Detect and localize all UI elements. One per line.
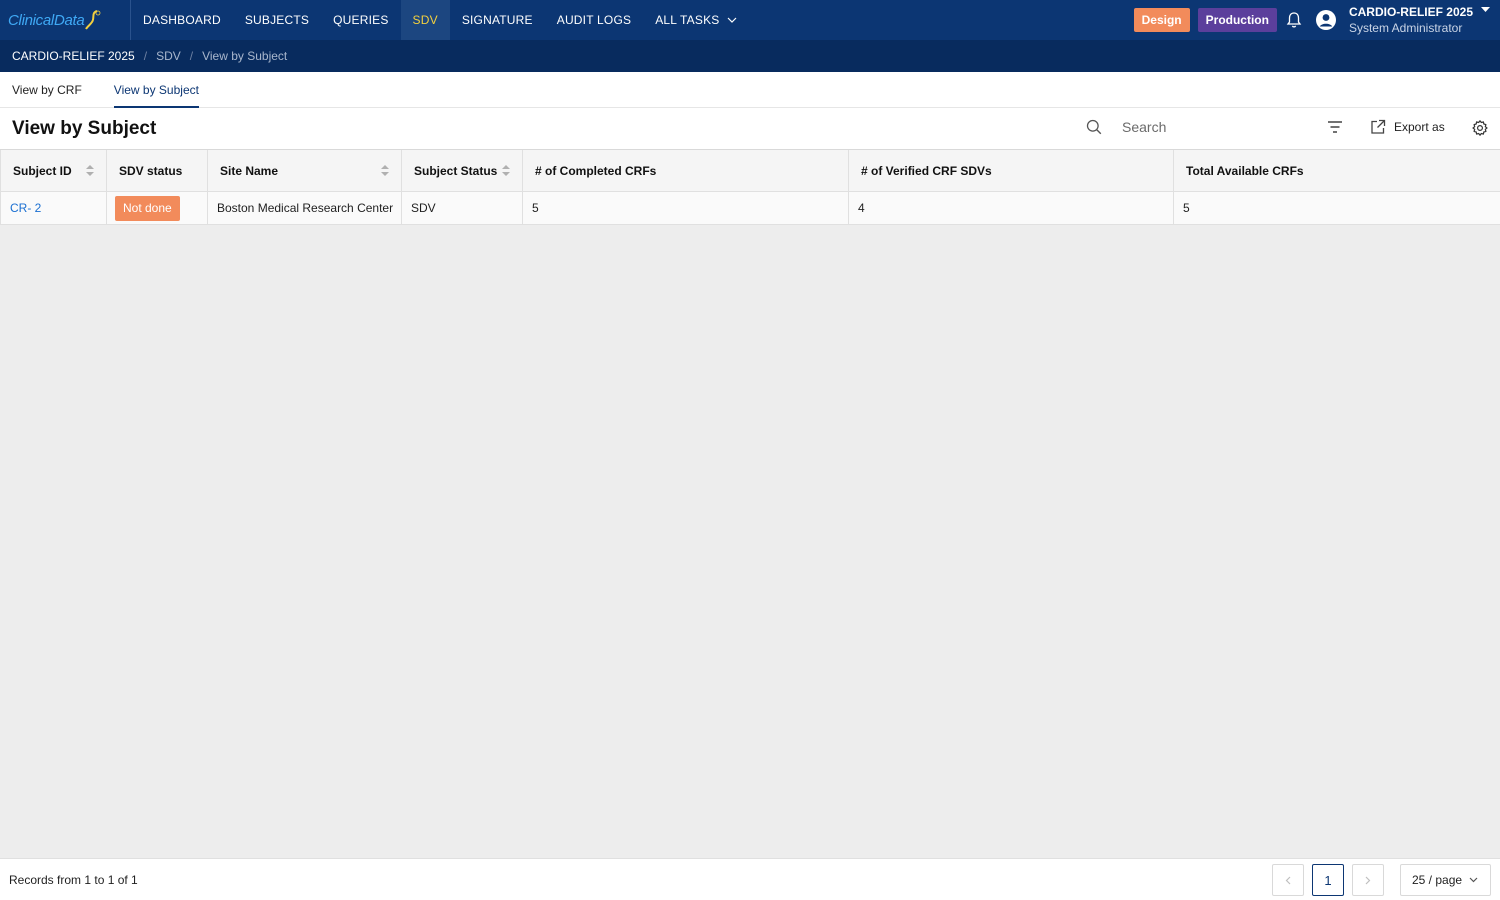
cell-completed-crfs: 5 [523, 192, 849, 224]
column-header-sdv-status: SDV status [107, 150, 208, 191]
page-size-select[interactable]: 25 / page [1400, 864, 1491, 896]
prev-page-button[interactable] [1272, 864, 1304, 896]
column-label: Site Name [220, 163, 279, 178]
breadcrumb-study[interactable]: CARDIO-RELIEF 2025 [12, 49, 135, 63]
breadcrumb-current: View by Subject [202, 49, 288, 63]
column-label: SDV status [119, 163, 183, 178]
next-page-button[interactable] [1352, 864, 1384, 896]
search-box [1086, 119, 1302, 135]
nav-all-tasks[interactable]: ALL TASKS [643, 0, 749, 40]
column-label: Total Available CRFs [1186, 163, 1304, 178]
breadcrumb-separator: / [143, 49, 148, 63]
nav-queries[interactable]: QUERIES [321, 0, 400, 40]
column-header-total-crfs: Total Available CRFs [1174, 150, 1500, 191]
breadcrumb-sdv[interactable]: SDV [156, 49, 181, 63]
nav-all-tasks-label: ALL TASKS [655, 13, 720, 27]
column-label: Subject Status [414, 163, 498, 178]
user-avatar-icon[interactable] [1315, 9, 1337, 31]
sort-icon[interactable] [502, 165, 510, 176]
cell-subject-status: SDV [402, 192, 523, 224]
logo-swoosh-icon [85, 10, 101, 30]
bell-icon[interactable] [1285, 11, 1303, 29]
study-name: CARDIO-RELIEF 2025 [1348, 5, 1473, 19]
nav-signature-label: SIGNATURE [461, 13, 533, 27]
column-header-subject-id[interactable]: Subject ID [0, 150, 107, 191]
page-size-value: 25 / page [1412, 873, 1463, 887]
chevron-right-icon [1365, 876, 1371, 884]
nav-signature[interactable]: SIGNATURE [450, 0, 545, 40]
sort-icon[interactable] [86, 165, 94, 176]
search-input[interactable] [1122, 119, 1302, 135]
column-header-verified-sdvs: # of Verified CRF SDVs [849, 150, 1174, 191]
export-button[interactable]: Export as [1370, 119, 1445, 135]
table-footer: Records from 1 to 1 of 1 1 25 / page [0, 858, 1500, 900]
nav-subjects[interactable]: SUBJECTS [233, 0, 321, 40]
top-navbar: ClinicalData DASHBOARD SUBJECTS QUERIES … [0, 0, 1500, 40]
column-label: # of Completed CRFs [535, 163, 657, 178]
column-label: # of Verified CRF SDVs [861, 163, 992, 178]
breadcrumb: CARDIO-RELIEF 2025 / SDV / View by Subje… [0, 40, 1500, 72]
page-header: View by Subject Export as [0, 108, 1500, 149]
sort-icon[interactable] [381, 165, 389, 176]
column-header-subject-status[interactable]: Subject Status [402, 150, 523, 191]
logo-text: ClinicalData [8, 11, 85, 29]
cell-sdv-status: Not done [107, 192, 208, 224]
tab-view-by-subject[interactable]: View by Subject [113, 72, 200, 108]
top-right-area: Design Production CARDIO-RELIEF 2025 Sys… [1133, 0, 1500, 40]
cell-verified-sdvs: 4 [849, 192, 1174, 224]
nav-subjects-label: SUBJECTS [244, 13, 310, 27]
nav-audit-logs[interactable]: AUDIT LOGS [545, 0, 643, 40]
column-label: Subject ID [13, 163, 72, 178]
gear-icon[interactable] [1472, 120, 1488, 136]
production-env-badge[interactable]: Production [1197, 8, 1277, 32]
column-header-completed-crfs: # of Completed CRFs [523, 150, 849, 191]
main-nav: DASHBOARD SUBJECTS QUERIES SDV SIGNATURE… [131, 0, 749, 40]
nav-sdv[interactable]: SDV [400, 0, 450, 40]
clinicaldata-logo[interactable]: ClinicalData [0, 0, 131, 40]
tab-view-by-crf[interactable]: View by CRF [12, 72, 82, 107]
view-tabs: View by CRF View by Subject [0, 72, 1500, 108]
sdv-status-badge[interactable]: Not done [115, 195, 180, 221]
chevron-down-icon [728, 17, 737, 23]
export-icon [1371, 119, 1386, 134]
nav-sdv-label: SDV [412, 13, 438, 27]
subject-id-link[interactable]: CR- 2 [10, 201, 41, 215]
export-label: Export as [1394, 120, 1445, 134]
chevron-left-icon [1285, 876, 1291, 884]
page-title: View by Subject [12, 117, 157, 139]
user-role: System Administrator [1348, 21, 1463, 35]
nav-dashboard-label: DASHBOARD [143, 13, 221, 27]
design-env-badge[interactable]: Design [1133, 8, 1190, 32]
cell-site-name: Boston Medical Research Center [208, 192, 402, 224]
nav-queries-label: QUERIES [333, 13, 389, 27]
column-header-site-name[interactable]: Site Name [208, 150, 402, 191]
caret-down-icon [1481, 7, 1490, 12]
cell-subject-id: CR- 2 [0, 192, 107, 224]
table-row: CR- 2 Not done Boston Medical Research C… [0, 192, 1500, 225]
cell-total-crfs: 5 [1183, 201, 1190, 215]
sdv-subject-table: Subject ID SDV status Site Name Subject … [0, 149, 1500, 225]
table-header: Subject ID SDV status Site Name Subject … [0, 150, 1500, 192]
records-summary: Records from 1 to 1 of 1 [9, 872, 138, 887]
filter-icon[interactable] [1327, 120, 1343, 134]
breadcrumb-separator: / [189, 49, 194, 63]
page-button-current[interactable]: 1 [1312, 864, 1344, 896]
nav-audit-logs-label: AUDIT LOGS [556, 13, 632, 27]
study-switcher[interactable]: CARDIO-RELIEF 2025 System Administrator [1349, 4, 1490, 36]
search-icon[interactable] [1086, 119, 1102, 135]
chevron-down-icon [1469, 877, 1478, 883]
nav-dashboard[interactable]: DASHBOARD [131, 0, 233, 40]
